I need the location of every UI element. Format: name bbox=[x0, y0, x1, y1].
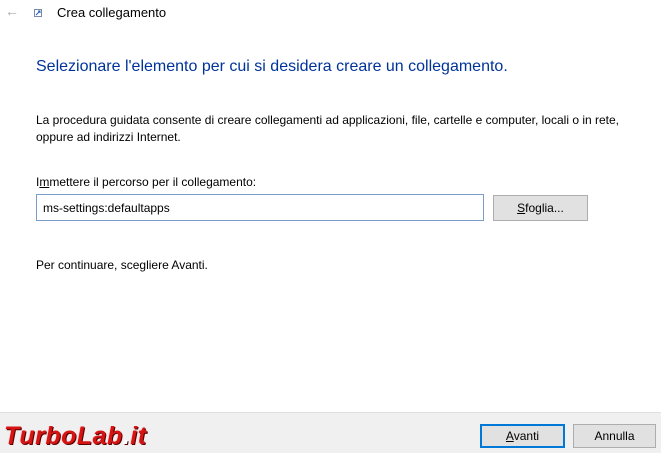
browse-label-rest: foglia... bbox=[525, 201, 564, 215]
cancel-button[interactable]: Annulla bbox=[573, 424, 656, 448]
watermark-logo: TurboLab.it bbox=[4, 422, 147, 451]
window-title: Crea collegamento bbox=[57, 5, 167, 20]
next-label-rest: vanti bbox=[513, 429, 540, 443]
watermark-part-3: it bbox=[130, 422, 147, 450]
page-heading: Selezionare l'elemento per cui si deside… bbox=[36, 58, 508, 75]
path-label-rest: mettere il percorso per il collegamento: bbox=[49, 175, 257, 189]
next-accelerator: A bbox=[505, 429, 514, 443]
browse-accelerator: S bbox=[517, 201, 526, 215]
continue-instruction: Per continuare, scegliere Avanti. bbox=[36, 258, 208, 272]
next-button[interactable]: Avanti bbox=[480, 424, 565, 448]
shortcut-icon bbox=[34, 9, 42, 17]
path-field-label: Immettere il percorso per il collegament… bbox=[36, 175, 256, 189]
path-input[interactable] bbox=[36, 194, 484, 221]
wizard-description: La procedura guidata consente di creare … bbox=[36, 113, 620, 144]
back-arrow-icon[interactable]: ← bbox=[4, 3, 20, 19]
browse-button[interactable]: Sfoglia... bbox=[493, 195, 588, 221]
title-bar: ← Crea collegamento bbox=[0, 0, 661, 26]
watermark-part-1: TurboLab bbox=[4, 422, 123, 450]
path-label-accelerator: m bbox=[39, 175, 50, 189]
